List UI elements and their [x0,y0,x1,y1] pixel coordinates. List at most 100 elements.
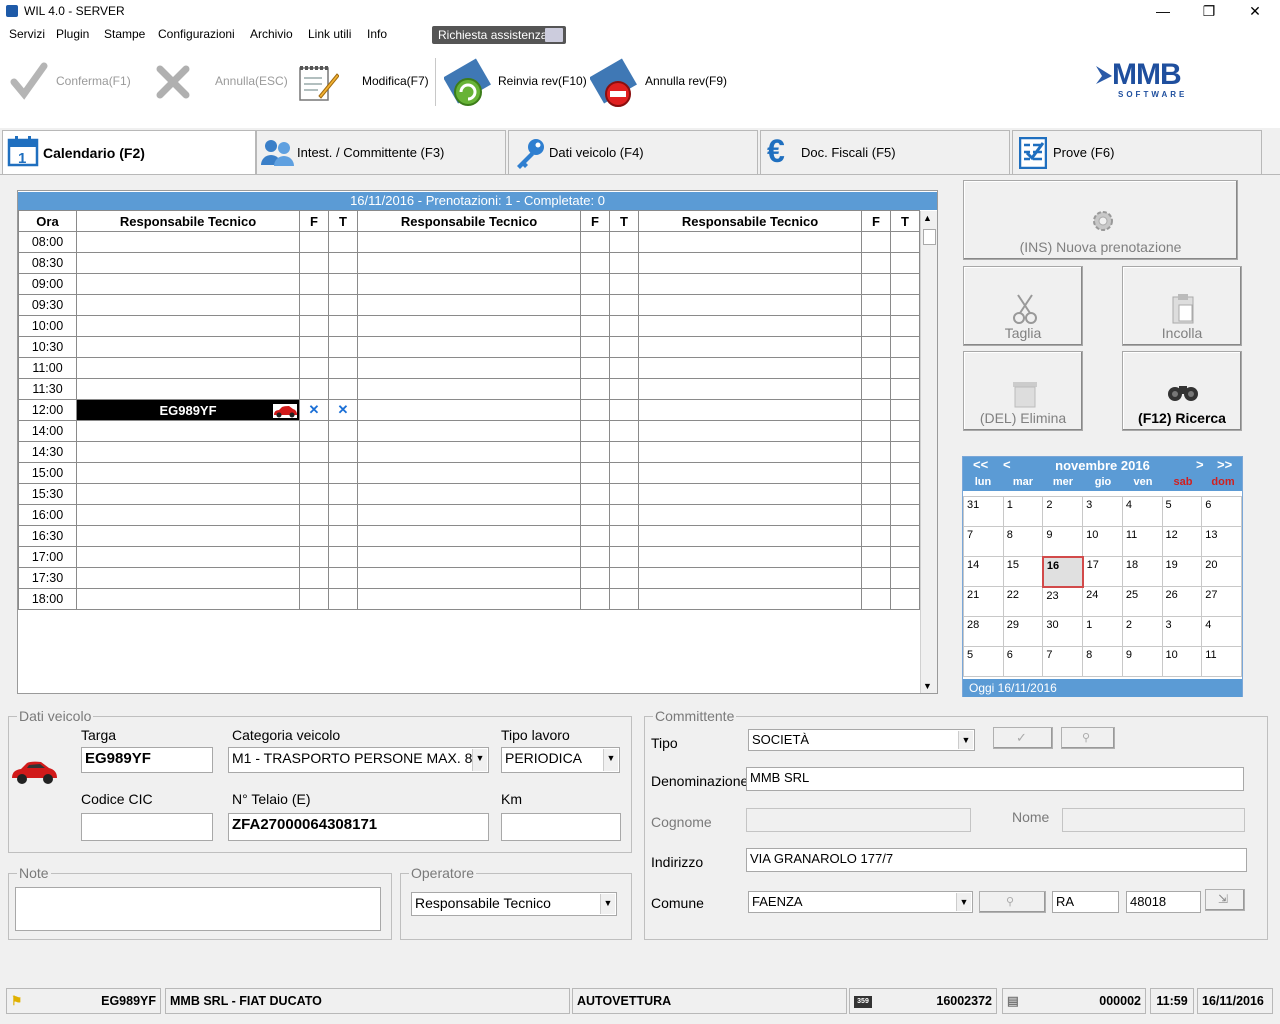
tab-prove[interactable]: Prove (F6) [1012,130,1262,174]
cic-field[interactable] [81,813,213,841]
booking-slot[interactable] [357,546,581,568]
booking-slot[interactable] [76,483,300,505]
booking-slot[interactable] [638,399,862,421]
slot-f-cell[interactable] [299,546,329,568]
calendar-day[interactable]: 7 [963,526,1004,557]
booking-slot[interactable] [638,315,862,337]
slot-t-cell[interactable] [890,441,920,463]
slot-f-cell[interactable] [861,483,891,505]
slot-t-cell[interactable] [609,252,639,274]
slot-t-cell[interactable] [328,378,358,400]
calendar-day[interactable]: 25 [1121,586,1163,617]
booking-slot[interactable] [357,420,581,442]
chassis-field[interactable]: ZFA27000064308171 [228,813,489,841]
calendar-day[interactable]: 9 [1121,646,1163,677]
close-button[interactable]: ✕ [1232,0,1278,24]
table-row[interactable]: 15:30 [18,483,920,505]
chevron-down-icon[interactable]: ▼ [603,749,618,771]
tab-calendario[interactable]: 1 Calendario (F2) [2,130,256,174]
booking-slot[interactable] [638,462,862,484]
calendar-day[interactable]: 10 [1161,646,1203,677]
slot-f-cell[interactable] [580,378,610,400]
calendar-day[interactable]: 31 [963,496,1004,527]
calendar-next-month[interactable]: > [1196,457,1204,472]
slot-t-cell[interactable] [890,357,920,379]
calendar-day[interactable]: 4 [1201,616,1242,647]
booking-slot[interactable] [638,441,862,463]
slot-f-cell[interactable] [861,525,891,547]
chevron-down-icon[interactable]: ▼ [600,894,615,914]
slot-f-cell[interactable] [861,357,891,379]
slot-f-cell[interactable] [580,357,610,379]
table-row[interactable]: 10:00 [18,315,920,337]
table-row[interactable]: 18:00 [18,588,920,610]
t-mark-icon[interactable]: ✕ [328,399,358,421]
slot-f-cell[interactable] [861,588,891,610]
slot-f-cell[interactable] [299,231,329,253]
booking-slot[interactable] [76,231,300,253]
booking-slot[interactable] [357,294,581,316]
slot-f-cell[interactable] [580,525,610,547]
slot-t-cell[interactable] [890,567,920,589]
slot-f-cell[interactable] [580,483,610,505]
company-name-field[interactable]: MMB SRL [746,767,1244,791]
calendar-day[interactable]: 27 [1201,586,1242,617]
menu-link-utili[interactable]: Link utili [308,27,351,41]
calendar-day[interactable]: 26 [1161,586,1203,617]
slot-t-cell[interactable] [609,546,639,568]
slot-t-cell[interactable] [328,546,358,568]
slot-t-cell[interactable] [890,462,920,484]
calendar-day[interactable]: 14 [963,556,1004,587]
slot-f-cell[interactable] [580,273,610,295]
search-city-button[interactable]: ⚲ [979,891,1046,913]
booking-slot[interactable] [638,231,862,253]
booking-slot[interactable] [638,546,862,568]
slot-t-cell[interactable] [890,588,920,610]
cancel-revision-button[interactable]: Annulla rev(F9) [645,74,727,88]
menu-stampe[interactable]: Stampe [104,27,145,41]
scroll-up-arrow-icon[interactable]: ▲ [923,213,932,223]
table-row[interactable]: 15:00 [18,462,920,484]
tab-intestatario[interactable]: Intest. / Committente (F3) [256,130,506,174]
booking-slot[interactable] [76,504,300,526]
slot-t-cell[interactable] [609,483,639,505]
calendar-day[interactable]: 18 [1121,556,1163,587]
resend-revision-icon[interactable] [444,56,494,108]
slot-f-cell[interactable] [299,420,329,442]
resend-revision-button[interactable]: Reinvia rev(F10) [498,74,587,88]
booking-slot[interactable] [76,525,300,547]
km-field[interactable] [501,813,621,841]
booking-slot[interactable] [638,294,862,316]
slot-t-cell[interactable] [609,357,639,379]
calendar-day[interactable]: 4 [1121,496,1163,527]
calendar-day[interactable]: 19 [1161,556,1203,587]
booking-slot[interactable] [357,462,581,484]
calendar-day[interactable]: 2 [1121,616,1163,647]
table-row[interactable]: 14:30 [18,441,920,463]
slot-t-cell[interactable] [328,462,358,484]
tab-dati-veicolo[interactable]: Dati veicolo (F4) [508,130,758,174]
booking-slot[interactable] [357,525,581,547]
slot-t-cell[interactable] [609,504,639,526]
booking-slot[interactable] [76,588,300,610]
assistance-button[interactable]: Richiesta assistenza [432,26,566,44]
slot-t-cell[interactable] [328,420,358,442]
booking-slot[interactable] [357,357,581,379]
slot-f-cell[interactable] [299,483,329,505]
slot-t-cell[interactable] [890,273,920,295]
slot-t-cell[interactable] [328,273,358,295]
slot-f-cell[interactable] [580,399,610,421]
booking-slot[interactable] [638,420,862,442]
table-row[interactable]: 17:00 [18,546,920,568]
calendar-day[interactable]: 12 [1161,526,1203,557]
slot-f-cell[interactable] [580,441,610,463]
calendar-day[interactable]: 8 [1082,646,1123,677]
firstname-field[interactable] [1062,808,1245,832]
category-select[interactable]: M1 - TRASPORTO PERSONE MAX. 8 ▼ [228,747,489,773]
slot-f-cell[interactable] [299,273,329,295]
booking-slot[interactable] [357,588,581,610]
booking-slot[interactable] [357,336,581,358]
slot-t-cell[interactable] [609,462,639,484]
slot-f-cell[interactable] [861,231,891,253]
table-row[interactable]: 16:00 [18,504,920,526]
